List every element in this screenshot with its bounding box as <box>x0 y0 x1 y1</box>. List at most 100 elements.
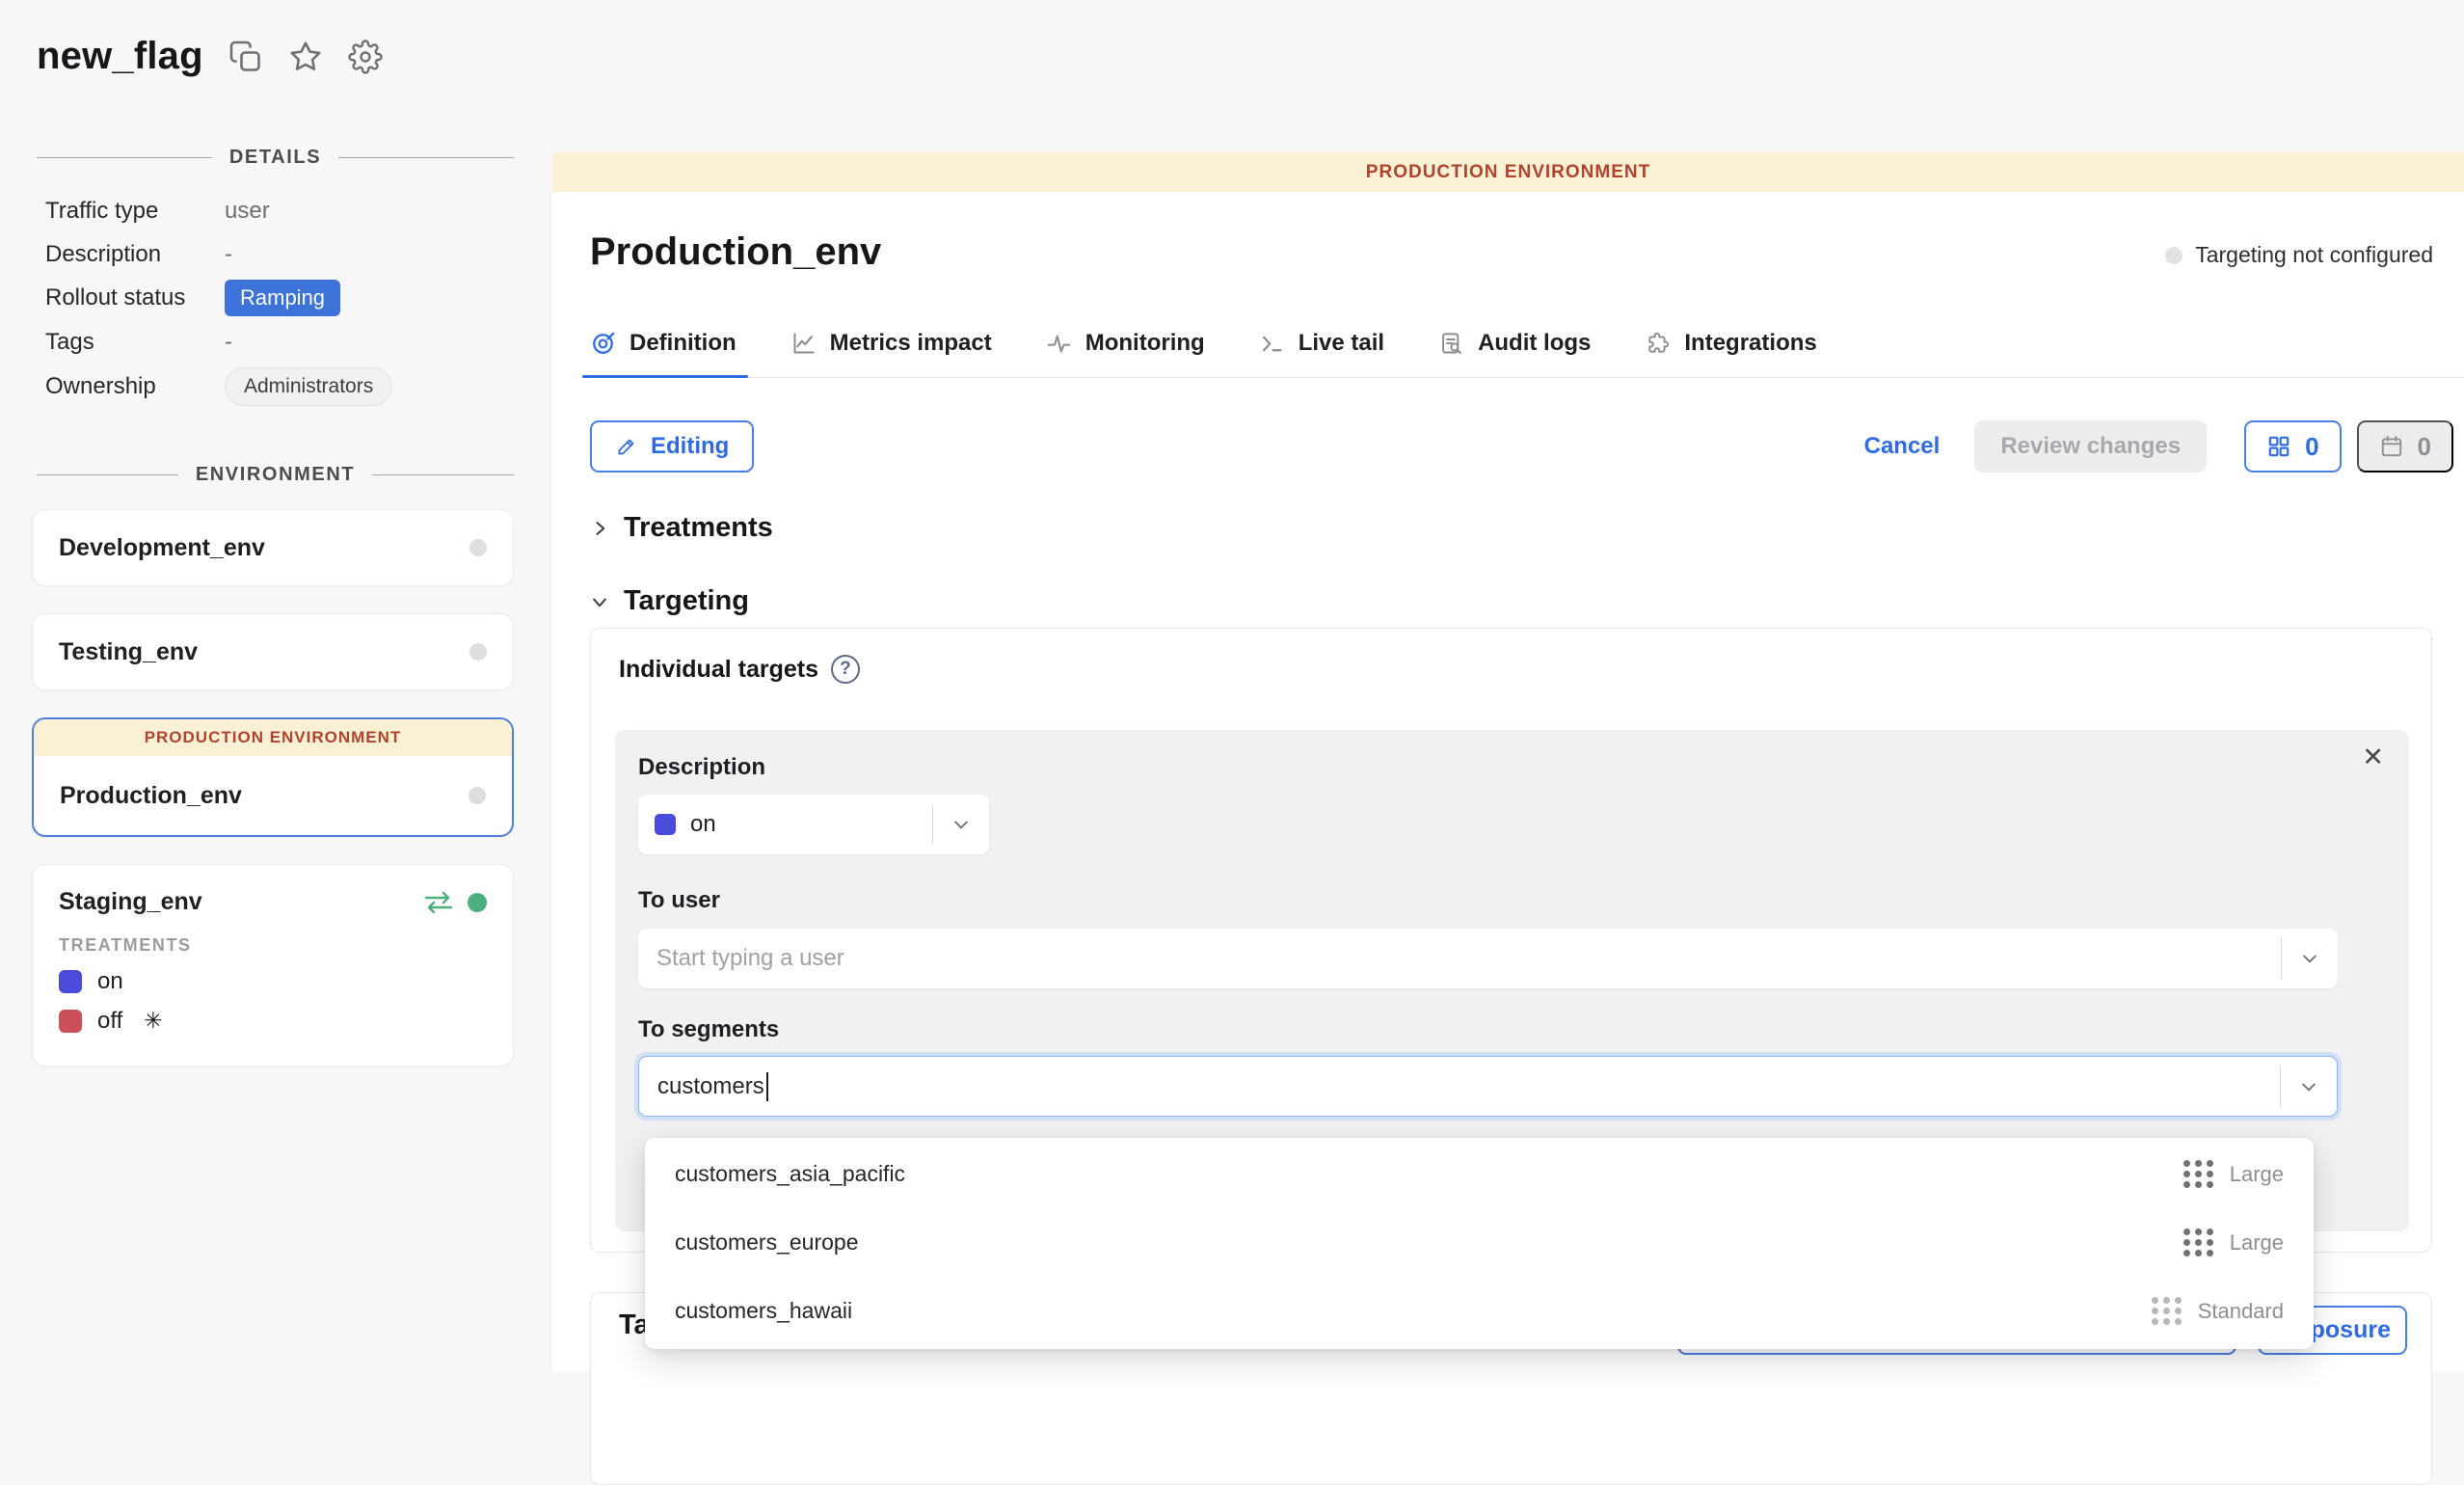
tab-audit-logs[interactable]: Audit logs <box>1438 330 1591 377</box>
to-segments-input[interactable]: customers <box>638 1056 2338 1117</box>
details-title: DETAILS <box>229 147 321 169</box>
grid-counter-button[interactable]: 0 <box>2244 420 2341 472</box>
env-card-development[interactable]: Development_env <box>32 509 514 586</box>
tab-live-tail[interactable]: Live tail <box>1259 330 1384 377</box>
segment-name: customers_asia_pacific <box>675 1161 905 1187</box>
review-changes-label: Review changes <box>2000 433 2181 460</box>
detail-label: Traffic type <box>45 198 225 225</box>
env-status-dot <box>469 643 487 661</box>
treatment-select-value: on <box>690 811 932 838</box>
targeting-heading: Targeting <box>624 585 749 617</box>
metrics-chart-icon <box>790 331 817 357</box>
treatments-heading: Treatments <box>624 512 773 544</box>
review-changes-button[interactable]: Review changes <box>1974 420 2207 472</box>
ownership-chip: Administrators <box>225 367 392 406</box>
to-segments-label: To segments <box>638 1016 779 1043</box>
gear-icon[interactable] <box>348 40 383 74</box>
env-status-dot <box>469 539 487 556</box>
flag-header: new_flag <box>37 35 383 78</box>
treatment-label: off <box>97 1008 122 1035</box>
env-active-dot <box>468 893 487 912</box>
treatment-color-on <box>59 970 82 993</box>
terminal-icon <box>1259 331 1285 357</box>
page-title: Production_env <box>590 230 881 274</box>
flag-name: new_flag <box>37 35 203 78</box>
default-treatment-icon: ✳ <box>144 1009 162 1034</box>
env-name: Testing_env <box>59 638 198 666</box>
divider-line <box>338 157 514 158</box>
treatments-title: TREATMENTS <box>59 935 487 956</box>
star-icon[interactable] <box>288 40 323 74</box>
detail-label: Rollout status <box>45 284 225 311</box>
treatment-label: on <box>97 968 123 995</box>
segment-option-asia-pacific[interactable]: customers_asia_pacific Large <box>645 1140 2314 1208</box>
status-dot-icon <box>2165 247 2183 264</box>
targeting-section-toggle[interactable]: Targeting <box>590 585 749 617</box>
treatments-section-toggle[interactable]: Treatments <box>590 512 773 544</box>
audit-log-icon <box>1438 331 1464 357</box>
detail-label: Tags <box>45 329 225 356</box>
env-card-testing[interactable]: Testing_env <box>32 613 514 690</box>
detail-row-tags: Tags - <box>45 324 518 360</box>
env-card-production[interactable]: PRODUCTION ENVIRONMENT Production_env <box>32 717 514 837</box>
segment-size: Large <box>2230 1162 2284 1187</box>
detail-row-description: Description - <box>45 236 518 272</box>
chevron-down-icon <box>590 592 609 611</box>
tab-label: Definition <box>629 330 737 357</box>
tab-monitoring[interactable]: Monitoring <box>1046 330 1205 377</box>
details-rows: Traffic type user Description - Rollout … <box>45 193 518 414</box>
input-chevron-zone[interactable] <box>2282 949 2338 968</box>
editing-button[interactable]: Editing <box>590 420 754 472</box>
treatment-row-off: off ✳ <box>59 1008 487 1035</box>
input-chevron-zone[interactable] <box>2281 1077 2337 1096</box>
env-card-staging[interactable]: Staging_env TREATMENTS on off ✳ <box>32 864 514 1066</box>
main-panel: Production_env Targeting not configured … <box>552 192 2464 1371</box>
to-user-input[interactable]: Start typing a user <box>638 929 2338 988</box>
segment-option-europe[interactable]: customers_europe Large <box>645 1208 2314 1277</box>
environment-section-header: ENVIRONMENT <box>37 464 514 486</box>
segment-suggestions-dropdown: customers_asia_pacific Large customers_e… <box>645 1138 2314 1349</box>
puzzle-icon <box>1645 331 1671 357</box>
grid-icon <box>2266 434 2291 459</box>
help-icon[interactable]: ? <box>831 655 860 684</box>
detail-row-traffic-type: Traffic type user <box>45 193 518 229</box>
detail-row-rollout-status: Rollout status Ramping <box>45 280 518 316</box>
chevron-down-icon <box>2299 1077 2318 1096</box>
sidebar: DETAILS Traffic type user Description - … <box>0 0 552 1371</box>
treatment-row-on: on <box>59 968 487 995</box>
segment-name: customers_hawaii <box>675 1298 852 1324</box>
to-user-label: To user <box>638 887 720 914</box>
tab-integrations[interactable]: Integrations <box>1645 330 1816 377</box>
production-environment-banner: PRODUCTION ENVIRONMENT <box>34 719 512 756</box>
individual-targets-title: Individual targets <box>619 656 818 684</box>
env-name: Staging_env <box>59 888 202 916</box>
treatment-color-swatch <box>655 814 676 835</box>
tab-label: Audit logs <box>1478 330 1591 357</box>
env-name: Production_env <box>60 782 242 810</box>
chevron-down-icon <box>951 815 971 834</box>
segment-option-hawaii[interactable]: customers_hawaii Standard <box>645 1277 2314 1345</box>
divider-line <box>372 474 514 475</box>
close-icon[interactable]: ✕ <box>2362 742 2384 772</box>
tab-metrics-impact[interactable]: Metrics impact <box>790 330 992 377</box>
tab-label: Monitoring <box>1085 330 1205 357</box>
tab-definition[interactable]: Definition <box>590 330 737 377</box>
calendar-icon <box>2379 434 2404 459</box>
tab-label: Live tail <box>1299 330 1384 357</box>
tab-bar: Definition Metrics impact Monitoring Liv… <box>590 330 2464 378</box>
detail-label: Ownership <box>45 373 225 400</box>
calendar-counter-button[interactable]: 0 <box>2357 420 2453 472</box>
detail-value: - <box>225 329 232 356</box>
segment-size: Large <box>2230 1230 2284 1256</box>
copy-icon[interactable] <box>228 40 263 74</box>
treatment-select[interactable]: on <box>638 795 989 854</box>
text-caret <box>766 1072 768 1101</box>
environment-title: ENVIRONMENT <box>196 464 355 486</box>
divider-line <box>37 474 178 475</box>
to-segments-value: customers <box>657 1073 764 1100</box>
editing-label: Editing <box>651 433 729 460</box>
details-section-header: DETAILS <box>37 147 514 169</box>
cancel-link[interactable]: Cancel <box>1864 433 1941 460</box>
definition-icon <box>590 331 616 357</box>
select-chevron-zone[interactable] <box>933 815 989 834</box>
